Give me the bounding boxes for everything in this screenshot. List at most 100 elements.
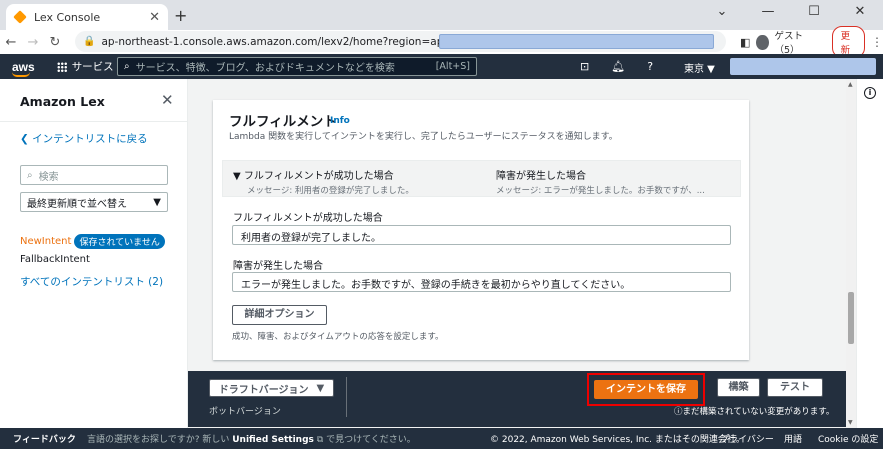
external-link-icon: ⧉ bbox=[316, 435, 324, 445]
browser-actions: ◧ ゲスト（5） 更新 ⋮ bbox=[740, 26, 883, 58]
aws-logo[interactable]: aws bbox=[12, 60, 35, 77]
services-menu[interactable]: サービス bbox=[56, 59, 114, 74]
aws-footer: フィードバック 言語の選択をお探しですか? 新しい Unified Settin… bbox=[0, 428, 883, 449]
save-intent-button[interactable]: インテントを保存 bbox=[594, 380, 698, 399]
divider bbox=[346, 377, 347, 417]
failure-message-input[interactable]: エラーが発生しました。お手数ですが、登録の手続きを最初からやり直してください。 bbox=[232, 272, 731, 292]
close-icon[interactable]: ✕ bbox=[161, 91, 174, 109]
grid-icon bbox=[56, 61, 67, 72]
lang-suffix: で見つけてください。 bbox=[326, 435, 416, 445]
terms-link[interactable]: 用語 bbox=[784, 432, 802, 445]
region-selector[interactable]: 東京 ▼ bbox=[684, 60, 715, 75]
intent-search-input[interactable]: ⌕ 検索 bbox=[20, 165, 168, 185]
divider bbox=[0, 121, 188, 122]
back-to-intents-link[interactable]: ❮ インテントリストに戻る bbox=[20, 131, 148, 146]
fulfillment-panel: フルフィルメント Info Lambda 関数を実行してインテントを実行し、完了… bbox=[213, 100, 749, 360]
fulfillment-response-accordion[interactable]: ▼ フルフィルメントが成功した場合 メッセージ: 利用者の登録が完了しました。 … bbox=[222, 160, 741, 197]
success-summary: ▼ フルフィルメントが成功した場合 メッセージ: 利用者の登録が完了しました。 bbox=[233, 167, 414, 196]
back-link-label: インテントリストに戻る bbox=[32, 133, 148, 145]
unbuilt-changes-notice: ⓘまだ構築されていない変更があります。 bbox=[674, 405, 834, 417]
unsaved-badge: 保存されていません bbox=[74, 234, 165, 249]
caret-down-icon: ▼ bbox=[153, 196, 161, 208]
minimize-icon[interactable]: — bbox=[745, 0, 791, 30]
unbuilt-text: まだ構築されていない変更があります。 bbox=[682, 407, 835, 417]
tab-title: Lex Console bbox=[34, 10, 101, 24]
version-sub-label: ボットバージョン bbox=[209, 407, 281, 417]
failure-message-summary: メッセージ: エラーが発生しました。お手数ですが、... bbox=[496, 186, 705, 196]
feedback-link[interactable]: フィードバック bbox=[13, 432, 76, 445]
reload-icon[interactable]: ↻ bbox=[44, 35, 66, 50]
intent-name: NewIntent bbox=[20, 236, 72, 247]
success-header: フルフィルメントが成功した場合 bbox=[243, 171, 394, 182]
failure-summary: 障害が発生した場合 メッセージ: エラーが発生しました。お手数ですが、... bbox=[496, 167, 705, 196]
chevron-left-icon: ❮ bbox=[20, 133, 33, 145]
all-intents-link[interactable]: すべてのインテントリスト (2) bbox=[20, 274, 163, 289]
search-icon: ⌕ bbox=[124, 61, 130, 72]
tab-search-icon[interactable]: ⌄ bbox=[699, 0, 745, 30]
browser-menu-icon[interactable]: ⋮ bbox=[871, 35, 883, 49]
success-message-input[interactable]: 利用者の登録が完了しました。 bbox=[232, 225, 731, 245]
redacted-url-segment bbox=[439, 34, 714, 49]
failure-header: 障害が発生した場合 bbox=[496, 171, 586, 182]
search-placeholder: サービス、特徴、ブログ、およびドキュメントなどを検索 bbox=[135, 63, 395, 74]
build-button[interactable]: 構築 bbox=[717, 378, 760, 397]
version-dropdown-button[interactable]: ドラフトバージョン ▼ bbox=[209, 379, 334, 397]
lang-prefix: 言語の選択をお探しですか? 新しい bbox=[87, 435, 230, 445]
search-icon: ⌕ bbox=[27, 169, 33, 181]
side-panel-icon[interactable]: ◧ bbox=[740, 36, 750, 49]
intent-side-panel: Amazon Lex ✕ ❮ インテントリストに戻る ⌕ 検索 最終更新順で並べ… bbox=[0, 79, 188, 428]
notifications-bell-icon[interactable]: 🔔︎ bbox=[611, 60, 625, 73]
save-highlight-box: インテントを保存 bbox=[587, 373, 705, 406]
forward-arrow-icon[interactable]: → bbox=[22, 35, 44, 50]
scrollbar-thumb[interactable] bbox=[848, 292, 854, 344]
intent-item-new[interactable]: NewIntent 保存されていません bbox=[20, 234, 165, 249]
account-menu-redacted[interactable] bbox=[730, 58, 876, 75]
scroll-up-icon[interactable]: ▲ bbox=[848, 81, 853, 88]
panel-title: Amazon Lex bbox=[20, 94, 105, 109]
address-bar[interactable]: 🔒 ap-northeast-1.console.aws.amazon.com/… bbox=[75, 31, 726, 52]
search-shortcut: [Alt+S] bbox=[435, 61, 470, 72]
sort-select[interactable]: 最終更新順で並べ替え ▼ bbox=[20, 192, 168, 212]
test-button[interactable]: テスト bbox=[767, 378, 823, 397]
unified-settings-link[interactable]: Unified Settings bbox=[232, 435, 314, 445]
tab-close-icon[interactable]: ✕ bbox=[149, 10, 160, 25]
lex-favicon-icon bbox=[13, 10, 27, 24]
info-icon: ⓘ bbox=[674, 407, 683, 417]
caret-down-icon: ▼ bbox=[233, 171, 244, 182]
info-link[interactable]: Info bbox=[330, 116, 350, 126]
advanced-options-button[interactable]: 詳細オプション bbox=[232, 305, 327, 325]
maximize-icon[interactable]: ☐ bbox=[791, 0, 837, 30]
success-message-summary: メッセージ: 利用者の登録が完了しました。 bbox=[247, 186, 414, 196]
language-notice: 言語の選択をお探しですか? 新しい Unified Settings ⧉ で見つ… bbox=[87, 432, 416, 445]
fulfillment-description: Lambda 関数を実行してインテントを実行し、完了したらユーザーにステータスを… bbox=[229, 132, 618, 142]
aws-top-nav: aws サービス ⌕ サービス、特徴、ブログ、およびドキュメントなどを検索 [A… bbox=[0, 54, 883, 79]
advanced-options-description: 成功、障害、およびタイムアウトの応答を設定します。 bbox=[232, 332, 444, 342]
browser-toolbar: ← → ↻ 🔒 ap-northeast-1.console.aws.amazo… bbox=[0, 26, 883, 58]
services-label: サービス bbox=[71, 61, 114, 73]
cookie-settings-link[interactable]: Cookie の設定 bbox=[818, 432, 878, 445]
aws-search-input[interactable]: ⌕ サービス、特徴、ブログ、およびドキュメントなどを検索 [Alt+S] bbox=[117, 57, 477, 76]
browser-tab-bar: Lex Console ✕ + ⌄ — ☐ ✕ bbox=[0, 0, 883, 30]
intent-item-fallback[interactable]: FallbackIntent bbox=[20, 254, 90, 265]
lock-icon: 🔒 bbox=[83, 36, 96, 47]
page-scrollbar[interactable]: ▲ ▼ bbox=[846, 79, 856, 428]
copyright: © 2022, Amazon Web Services, Inc. またはその関… bbox=[490, 435, 745, 445]
guest-label[interactable]: ゲスト（5） bbox=[775, 28, 818, 56]
sort-value: 最終更新順で並べ替え bbox=[27, 198, 127, 210]
new-tab-button[interactable]: + bbox=[174, 6, 187, 25]
help-rail: i bbox=[856, 79, 883, 428]
browser-tab[interactable]: Lex Console ✕ bbox=[6, 4, 168, 30]
cloudshell-icon[interactable]: ⊡ bbox=[580, 60, 589, 73]
profile-avatar-icon[interactable] bbox=[756, 34, 769, 50]
intent-action-bar: ドラフトバージョン ▼ ボットバージョン インテントを保存 構築 テスト ⓘまだ… bbox=[188, 371, 846, 427]
search-placeholder: 検索 bbox=[38, 171, 59, 183]
info-icon[interactable]: i bbox=[864, 87, 876, 99]
fulfillment-title: フルフィルメント bbox=[229, 114, 337, 130]
version-label: ドラフトバージョン bbox=[218, 384, 309, 396]
scroll-down-icon[interactable]: ▼ bbox=[848, 419, 853, 426]
failure-field-label: 障害が発生した場合 bbox=[233, 261, 323, 272]
privacy-link[interactable]: プライバシー bbox=[720, 432, 774, 445]
help-icon[interactable]: ? bbox=[647, 60, 653, 73]
aws-nav-icons: ⊡ 🔔︎ ? bbox=[580, 54, 653, 79]
back-arrow-icon[interactable]: ← bbox=[0, 35, 22, 50]
